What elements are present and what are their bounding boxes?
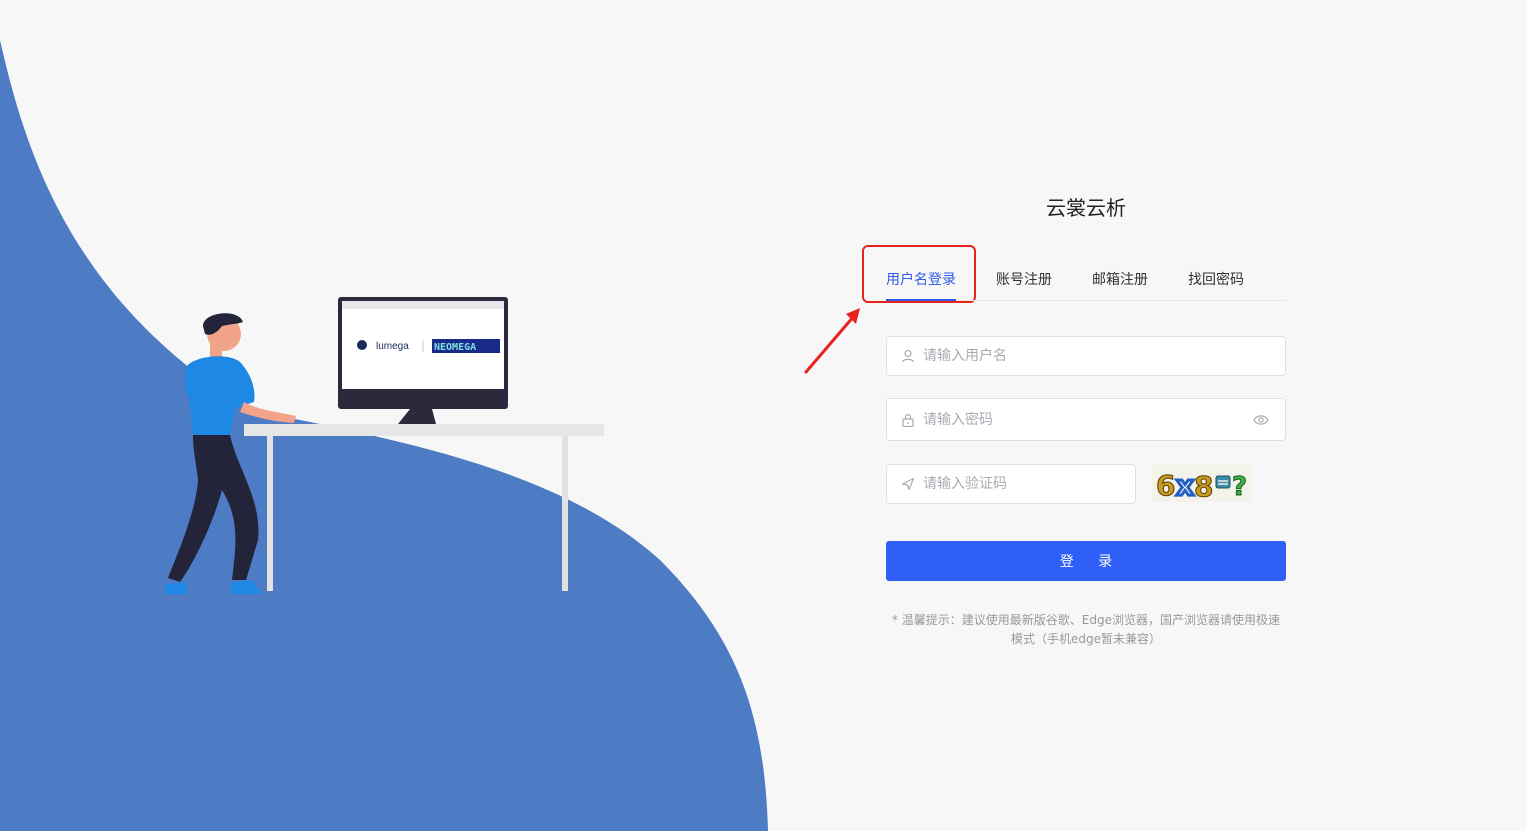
monitor-stand bbox=[398, 409, 436, 424]
username-input[interactable] bbox=[923, 337, 1249, 375]
tab-account-register[interactable]: 账号注册 bbox=[996, 260, 1052, 300]
desk-top bbox=[244, 424, 604, 436]
svg-text:8: 8 bbox=[1194, 470, 1213, 502]
captcha-row: 6 x 8 ? bbox=[886, 464, 1286, 504]
tab-username-login[interactable]: 用户名登录 bbox=[886, 260, 956, 301]
login-panel: 云裳云析 用户名登录 账号注册 邮箱注册 找回密码 请输入用户名 请输入验证码 … bbox=[886, 180, 1286, 649]
svg-text:?: ? bbox=[1232, 472, 1247, 502]
annotation-arrow-icon bbox=[804, 308, 860, 374]
login-tabs: 用户名登录 账号注册 邮箱注册 找回密码 bbox=[886, 260, 1286, 301]
password-input[interactable] bbox=[923, 399, 1249, 440]
app-title: 云裳云析 bbox=[1046, 196, 1126, 220]
browser-tip: * 温馨提示：建议使用最新版谷歌、Edge浏览器，国产浏览器请使用极速模式（手机… bbox=[891, 613, 1281, 646]
username-field bbox=[886, 336, 1286, 376]
monitor-brand-1: lumega bbox=[376, 341, 409, 352]
background-illustration: lumega NEOMEGA bbox=[0, 40, 768, 831]
desk-leg bbox=[562, 436, 568, 591]
login-page: lumega NEOMEGA 云裳云析 用户名登录 账号注册 邮箱注册 找回密码 bbox=[0, 0, 1526, 831]
eye-icon[interactable] bbox=[1253, 413, 1269, 427]
tab-email-register[interactable]: 邮箱注册 bbox=[1092, 260, 1148, 300]
monitor-brand-2: NEOMEGA bbox=[434, 342, 476, 353]
password-field bbox=[886, 398, 1286, 441]
lock-icon bbox=[902, 414, 914, 427]
svg-text:x: x bbox=[1176, 469, 1194, 502]
desk-leg bbox=[267, 436, 273, 591]
captcha-input[interactable] bbox=[923, 465, 1099, 503]
tab-recover-password[interactable]: 找回密码 bbox=[1188, 260, 1244, 300]
captcha-graphic: 6 x 8 ? bbox=[1156, 468, 1248, 503]
send-icon bbox=[901, 477, 915, 491]
svg-text:6: 6 bbox=[1156, 469, 1175, 502]
user-icon bbox=[901, 349, 915, 363]
lumega-logo-icon bbox=[357, 340, 367, 350]
login-button[interactable]: 登 录 bbox=[886, 541, 1286, 581]
captcha-image[interactable]: 6 x 8 ? bbox=[1152, 464, 1252, 502]
captcha-field bbox=[886, 464, 1136, 504]
